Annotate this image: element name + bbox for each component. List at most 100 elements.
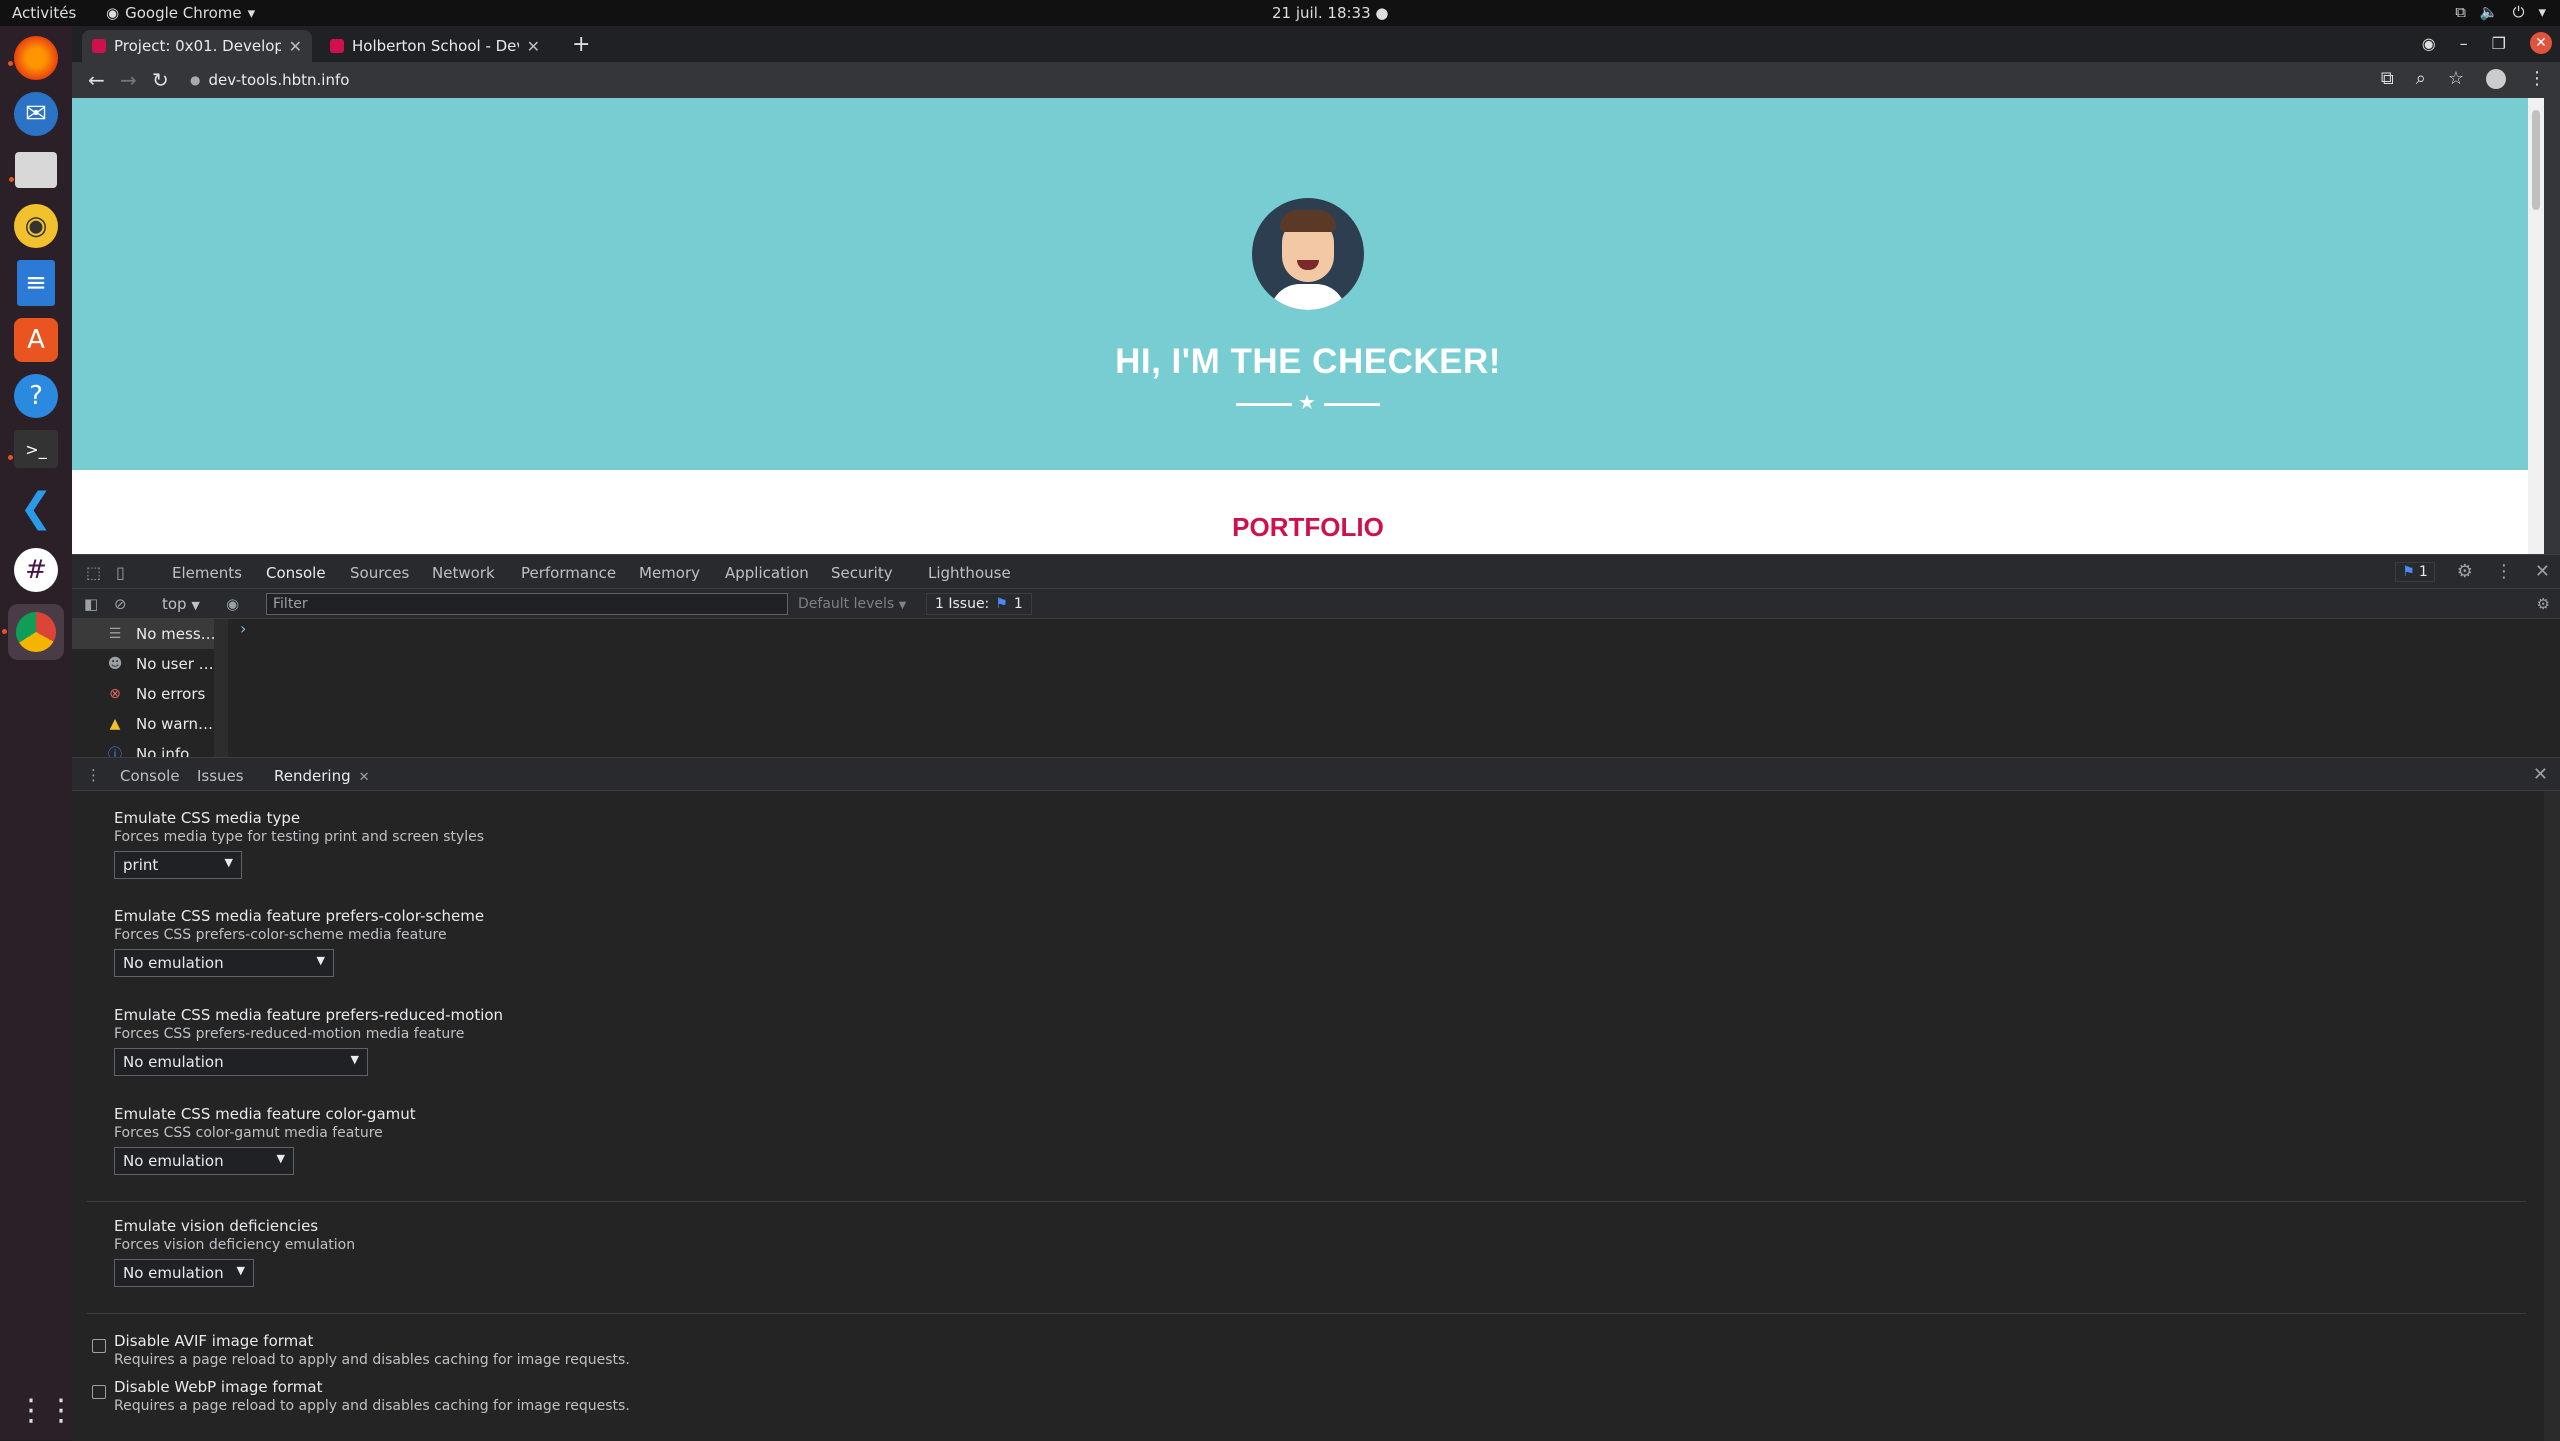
help-icon[interactable]: ? [14,374,58,418]
console-settings-gear-icon[interactable]: ⚙ [2537,595,2550,613]
firefox-icon[interactable] [8,36,58,80]
context-value: top [162,595,187,613]
device-toolbar-icon[interactable]: ▯ [116,563,125,582]
tab-title: Project: 0x01. Developer t [114,37,281,55]
setting-description: Forces CSS color-gamut media feature [114,1125,383,1141]
volume-icon[interactable]: 🔈 [2480,3,2499,21]
log-levels-dropdown[interactable]: Default levels ▼ [798,596,906,612]
chevron-down-icon[interactable]: ▾ [2538,3,2546,21]
menu-kebab-icon[interactable]: ⋮ [2528,68,2546,89]
new-tab-button[interactable]: + [572,32,590,57]
tab-elements[interactable]: Elements [172,564,242,582]
slack-icon[interactable]: # [14,548,58,592]
setting-title: Disable WebP image format [114,1378,323,1396]
issue-label: 1 Issue: [935,596,990,612]
browser-tab-holberton[interactable]: Holberton School - Develo ✕ [320,30,550,62]
vscode-icon[interactable]: ❮ [8,480,64,536]
tab-performance[interactable]: Performance [521,564,616,582]
console-filter-input[interactable]: Filter [266,593,788,615]
profile-avatar-icon[interactable] [2486,68,2506,89]
terminal-icon[interactable]: >_ [8,430,58,468]
vision-deficiency-select[interactable]: No emulation ▼ [114,1259,254,1287]
zoom-icon[interactable]: ⌕ [2416,68,2426,89]
rendering-panel: Emulate CSS media type Forces media type… [72,791,2560,1441]
setting-description: Forces media type for testing print and … [114,829,485,845]
caret-down-icon: ▼ [350,1053,359,1066]
bookmark-star-icon[interactable]: ☆ [2448,68,2464,89]
files-icon[interactable] [9,152,57,188]
context-selector[interactable]: top ▼ [162,595,200,613]
software-icon[interactable]: A [14,318,58,362]
color-scheme-select[interactable]: No emulation ▼ [114,949,334,977]
settings-gear-icon[interactable]: ⚙ [2457,561,2473,582]
lock-icon[interactable]: ● [190,73,200,87]
page-viewport: HI, I'M THE CHECKER! ★ PORTFOLIO [72,98,2544,554]
console-prompt-chevron-icon[interactable]: › [240,619,246,638]
translate-icon[interactable]: ⧉ [2381,68,2394,89]
tab-search-icon[interactable]: ◉ [2422,34,2436,53]
setting-disable-avif: Disable AVIF image format Requires a pag… [114,1332,630,1368]
app-menu[interactable]: ◉ Google Chrome ▾ [106,4,255,22]
close-drawer-icon[interactable]: ✕ [2533,764,2548,785]
tab-network[interactable]: Network [432,564,495,582]
close-window-button[interactable]: ✕ [2530,32,2552,54]
drawer-menu-kebab-icon[interactable]: ⋮ [86,766,101,784]
power-icon[interactable]: ⏻ [2513,3,2525,21]
sidebar-item-warnings[interactable]: ▲ No warn… [72,709,228,739]
writer-icon[interactable]: ≡ [17,260,55,306]
tab-sources[interactable]: Sources [350,564,409,582]
close-tab-icon[interactable]: ✕ [359,770,370,785]
disable-avif-checkbox[interactable] [92,1339,106,1353]
thunderbird-icon[interactable]: ✉ [14,92,58,136]
reduced-motion-select[interactable]: No emulation ▼ [114,1048,368,1076]
tab-lighthouse[interactable]: Lighthouse [928,564,1011,582]
forward-button[interactable]: → [120,68,137,92]
rendering-scrollbar[interactable] [2544,791,2560,1441]
tab-console[interactable]: Console [260,564,332,591]
sidebar-item-messages[interactable]: ☰ No mess… [72,619,228,649]
minimize-button[interactable]: – [2460,34,2468,53]
restore-button[interactable]: ❐ [2492,34,2506,53]
setting-description: Forces CSS prefers-reduced-motion media … [114,1026,465,1042]
system-tray[interactable]: ⧉ 🔈 ⏻ ▾ [2455,3,2546,21]
close-devtools-icon[interactable]: ✕ [2535,561,2550,582]
clock[interactable]: 21 juil. 18:33 ● [1272,4,1389,22]
media-type-select[interactable]: print ▼ [114,851,242,879]
tab-application[interactable]: Application [725,564,809,582]
sidebar-item-errors[interactable]: ⊗ No errors [72,679,228,709]
browser-tab-project[interactable]: Project: 0x01. Developer t ✕ [82,30,312,62]
inspect-element-icon[interactable]: ⬚ [86,563,101,582]
sidebar-toggle-icon[interactable]: ◧ [84,595,98,613]
reload-button[interactable]: ↻ [152,68,169,92]
activities-button[interactable]: Activités [12,4,76,22]
drawer-tab-issues[interactable]: Issues [197,767,244,785]
address-bar[interactable]: ● dev-tools.hbtn.info [190,66,2230,94]
tab-strip: Project: 0x01. Developer t ✕ Holberton S… [72,26,2560,62]
devtools-actions: ⚑ 1 ⚙ ⋮ ✕ [2395,561,2550,582]
sidebar-item-user-messages[interactable]: ☻ No user … [72,649,228,679]
network-icon[interactable]: ⧉ [2455,3,2466,21]
back-button[interactable]: ← [88,68,105,92]
live-expression-eye-icon[interactable]: ◉ [226,595,239,613]
scrollbar-thumb[interactable] [2532,110,2540,210]
sidebar-scrollbar[interactable] [214,619,228,757]
toolbar-actions: ⧉ ⌕ ☆ ⋮ [2381,68,2546,89]
tab-security[interactable]: Security [831,564,893,582]
customize-kebab-icon[interactable]: ⋮ [2495,561,2513,582]
drawer-tab-console[interactable]: Console [120,767,180,785]
color-gamut-select[interactable]: No emulation ▼ [114,1147,294,1175]
disable-webp-checkbox[interactable] [92,1385,106,1399]
devtools-tab-bar: ⬚ ▯ Elements Console Sources Network Per… [72,555,2560,591]
favicon-icon [92,39,106,53]
clear-console-icon[interactable]: ⊘ [114,595,127,613]
drawer-tab-rendering[interactable]: Rendering ✕ [262,767,391,794]
chrome-icon[interactable] [2,604,64,660]
issues-counter-button[interactable]: 1 Issue: ⚑ 1 [926,593,1032,615]
issues-badge[interactable]: ⚑ 1 [2395,561,2435,582]
close-tab-icon[interactable]: ✕ [289,37,302,56]
setting-description: Forces vision deficiency emulation [114,1237,356,1253]
close-tab-icon[interactable]: ✕ [527,37,540,56]
rhythmbox-icon[interactable]: ◉ [14,204,58,248]
page-scrollbar[interactable] [2528,98,2544,554]
tab-memory[interactable]: Memory [639,564,700,582]
